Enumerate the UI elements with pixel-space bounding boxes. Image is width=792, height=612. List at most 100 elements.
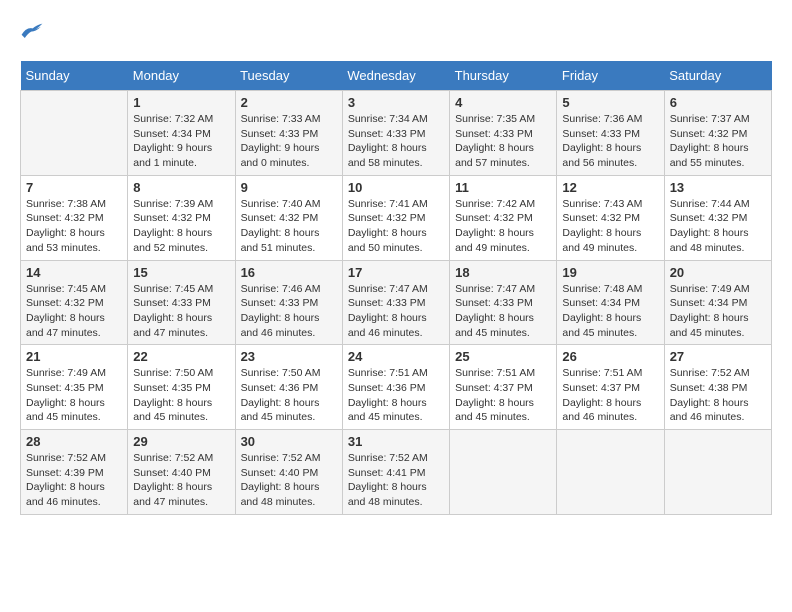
calendar-table: SundayMondayTuesdayWednesdayThursdayFrid… — [20, 61, 772, 515]
day-info: Sunrise: 7:36 AM Sunset: 4:33 PM Dayligh… — [562, 112, 658, 171]
day-info: Sunrise: 7:42 AM Sunset: 4:32 PM Dayligh… — [455, 197, 551, 256]
day-info: Sunrise: 7:52 AM Sunset: 4:40 PM Dayligh… — [241, 451, 337, 510]
page-header — [20, 20, 772, 45]
day-number: 1 — [133, 95, 229, 110]
day-number: 29 — [133, 434, 229, 449]
day-info: Sunrise: 7:52 AM Sunset: 4:39 PM Dayligh… — [26, 451, 122, 510]
day-info: Sunrise: 7:44 AM Sunset: 4:32 PM Dayligh… — [670, 197, 766, 256]
day-number: 16 — [241, 265, 337, 280]
calendar-cell: 1 Sunrise: 7:32 AM Sunset: 4:34 PM Daylig… — [128, 91, 235, 176]
day-info: Sunrise: 7:34 AM Sunset: 4:33 PM Dayligh… — [348, 112, 444, 171]
day-number: 31 — [348, 434, 444, 449]
day-number: 13 — [670, 180, 766, 195]
calendar-cell — [557, 430, 664, 515]
day-number: 25 — [455, 349, 551, 364]
weekday-header-thursday: Thursday — [450, 61, 557, 91]
day-number: 8 — [133, 180, 229, 195]
calendar-cell: 11 Sunrise: 7:42 AM Sunset: 4:32 PM Dayli… — [450, 175, 557, 260]
weekday-header-tuesday: Tuesday — [235, 61, 342, 91]
day-number: 6 — [670, 95, 766, 110]
day-info: Sunrise: 7:43 AM Sunset: 4:32 PM Dayligh… — [562, 197, 658, 256]
day-info: Sunrise: 7:39 AM Sunset: 4:32 PM Dayligh… — [133, 197, 229, 256]
day-info: Sunrise: 7:33 AM Sunset: 4:33 PM Dayligh… — [241, 112, 337, 171]
calendar-cell: 24Sunrise: 7:51 AM Sunset: 4:36 PM Dayli… — [342, 345, 449, 430]
day-info: Sunrise: 7:51 AM Sunset: 4:36 PM Dayligh… — [348, 366, 444, 425]
calendar-cell: 14 Sunrise: 7:45 AM Sunset: 4:32 PM Dayli… — [21, 260, 128, 345]
day-info: Sunrise: 7:38 AM Sunset: 4:32 PM Dayligh… — [26, 197, 122, 256]
calendar-cell: 20Sunrise: 7:49 AM Sunset: 4:34 PM Dayli… — [664, 260, 771, 345]
day-number: 2 — [241, 95, 337, 110]
calendar-cell — [664, 430, 771, 515]
calendar-cell: 17 Sunrise: 7:47 AM Sunset: 4:33 PM Dayli… — [342, 260, 449, 345]
calendar-cell: 5Sunrise: 7:36 AM Sunset: 4:33 PM Daylig… — [557, 91, 664, 176]
calendar-cell: 2 Sunrise: 7:33 AM Sunset: 4:33 PM Daylig… — [235, 91, 342, 176]
day-info: Sunrise: 7:41 AM Sunset: 4:32 PM Dayligh… — [348, 197, 444, 256]
calendar-cell: 15 Sunrise: 7:45 AM Sunset: 4:33 PM Dayli… — [128, 260, 235, 345]
calendar-cell: 22 Sunrise: 7:50 AM Sunset: 4:35 PM Dayli… — [128, 345, 235, 430]
day-info: Sunrise: 7:48 AM Sunset: 4:34 PM Dayligh… — [562, 282, 658, 341]
calendar-cell: 8 Sunrise: 7:39 AM Sunset: 4:32 PM Daylig… — [128, 175, 235, 260]
weekday-header-sunday: Sunday — [21, 61, 128, 91]
calendar-week-row: 14 Sunrise: 7:45 AM Sunset: 4:32 PM Dayli… — [21, 260, 772, 345]
calendar-cell: 4 Sunrise: 7:35 AM Sunset: 4:33 PM Daylig… — [450, 91, 557, 176]
calendar-week-row: 7 Sunrise: 7:38 AM Sunset: 4:32 PM Daylig… — [21, 175, 772, 260]
day-number: 20 — [670, 265, 766, 280]
day-info: Sunrise: 7:49 AM Sunset: 4:35 PM Dayligh… — [26, 366, 122, 425]
weekday-header-monday: Monday — [128, 61, 235, 91]
day-number: 7 — [26, 180, 122, 195]
day-number: 17 — [348, 265, 444, 280]
logo-bird-icon — [20, 20, 44, 40]
calendar-cell: 19 Sunrise: 7:48 AM Sunset: 4:34 PM Dayli… — [557, 260, 664, 345]
day-number: 15 — [133, 265, 229, 280]
calendar-cell: 26 Sunrise: 7:51 AM Sunset: 4:37 PM Dayli… — [557, 345, 664, 430]
day-number: 11 — [455, 180, 551, 195]
day-number: 10 — [348, 180, 444, 195]
logo — [20, 20, 48, 45]
day-info: Sunrise: 7:51 AM Sunset: 4:37 PM Dayligh… — [562, 366, 658, 425]
calendar-cell: 31 Sunrise: 7:52 AM Sunset: 4:41 PM Dayli… — [342, 430, 449, 515]
day-number: 22 — [133, 349, 229, 364]
day-number: 18 — [455, 265, 551, 280]
day-number: 14 — [26, 265, 122, 280]
calendar-cell: 18Sunrise: 7:47 AM Sunset: 4:33 PM Dayli… — [450, 260, 557, 345]
calendar-cell: 9Sunrise: 7:40 AM Sunset: 4:32 PM Daylig… — [235, 175, 342, 260]
calendar-cell: 6 Sunrise: 7:37 AM Sunset: 4:32 PM Daylig… — [664, 91, 771, 176]
calendar-cell: 28 Sunrise: 7:52 AM Sunset: 4:39 PM Dayli… — [21, 430, 128, 515]
calendar-cell: 30Sunrise: 7:52 AM Sunset: 4:40 PM Dayli… — [235, 430, 342, 515]
calendar-cell: 23Sunrise: 7:50 AM Sunset: 4:36 PM Dayli… — [235, 345, 342, 430]
day-info: Sunrise: 7:50 AM Sunset: 4:35 PM Dayligh… — [133, 366, 229, 425]
day-number: 4 — [455, 95, 551, 110]
day-number: 26 — [562, 349, 658, 364]
day-info: Sunrise: 7:45 AM Sunset: 4:32 PM Dayligh… — [26, 282, 122, 341]
calendar-cell: 13 Sunrise: 7:44 AM Sunset: 4:32 PM Dayli… — [664, 175, 771, 260]
calendar-cell: 21 Sunrise: 7:49 AM Sunset: 4:35 PM Dayli… — [21, 345, 128, 430]
calendar-cell: 16 Sunrise: 7:46 AM Sunset: 4:33 PM Dayli… — [235, 260, 342, 345]
weekday-header-row: SundayMondayTuesdayWednesdayThursdayFrid… — [21, 61, 772, 91]
day-info: Sunrise: 7:32 AM Sunset: 4:34 PM Dayligh… — [133, 112, 229, 171]
day-number: 19 — [562, 265, 658, 280]
day-info: Sunrise: 7:37 AM Sunset: 4:32 PM Dayligh… — [670, 112, 766, 171]
weekday-header-friday: Friday — [557, 61, 664, 91]
calendar-week-row: 28 Sunrise: 7:52 AM Sunset: 4:39 PM Dayli… — [21, 430, 772, 515]
calendar-cell — [450, 430, 557, 515]
day-info: Sunrise: 7:45 AM Sunset: 4:33 PM Dayligh… — [133, 282, 229, 341]
day-number: 21 — [26, 349, 122, 364]
day-info: Sunrise: 7:50 AM Sunset: 4:36 PM Dayligh… — [241, 366, 337, 425]
day-info: Sunrise: 7:52 AM Sunset: 4:38 PM Dayligh… — [670, 366, 766, 425]
calendar-cell — [21, 91, 128, 176]
day-info: Sunrise: 7:35 AM Sunset: 4:33 PM Dayligh… — [455, 112, 551, 171]
day-info: Sunrise: 7:52 AM Sunset: 4:41 PM Dayligh… — [348, 451, 444, 510]
calendar-cell: 27 Sunrise: 7:52 AM Sunset: 4:38 PM Dayli… — [664, 345, 771, 430]
weekday-header-saturday: Saturday — [664, 61, 771, 91]
day-number: 28 — [26, 434, 122, 449]
day-number: 27 — [670, 349, 766, 364]
calendar-cell: 7 Sunrise: 7:38 AM Sunset: 4:32 PM Daylig… — [21, 175, 128, 260]
calendar-cell: 29Sunrise: 7:52 AM Sunset: 4:40 PM Dayli… — [128, 430, 235, 515]
day-info: Sunrise: 7:40 AM Sunset: 4:32 PM Dayligh… — [241, 197, 337, 256]
day-info: Sunrise: 7:47 AM Sunset: 4:33 PM Dayligh… — [348, 282, 444, 341]
calendar-cell: 25Sunrise: 7:51 AM Sunset: 4:37 PM Dayli… — [450, 345, 557, 430]
day-info: Sunrise: 7:46 AM Sunset: 4:33 PM Dayligh… — [241, 282, 337, 341]
calendar-cell: 10 Sunrise: 7:41 AM Sunset: 4:32 PM Dayli… — [342, 175, 449, 260]
calendar-week-row: 21 Sunrise: 7:49 AM Sunset: 4:35 PM Dayli… — [21, 345, 772, 430]
day-number: 3 — [348, 95, 444, 110]
